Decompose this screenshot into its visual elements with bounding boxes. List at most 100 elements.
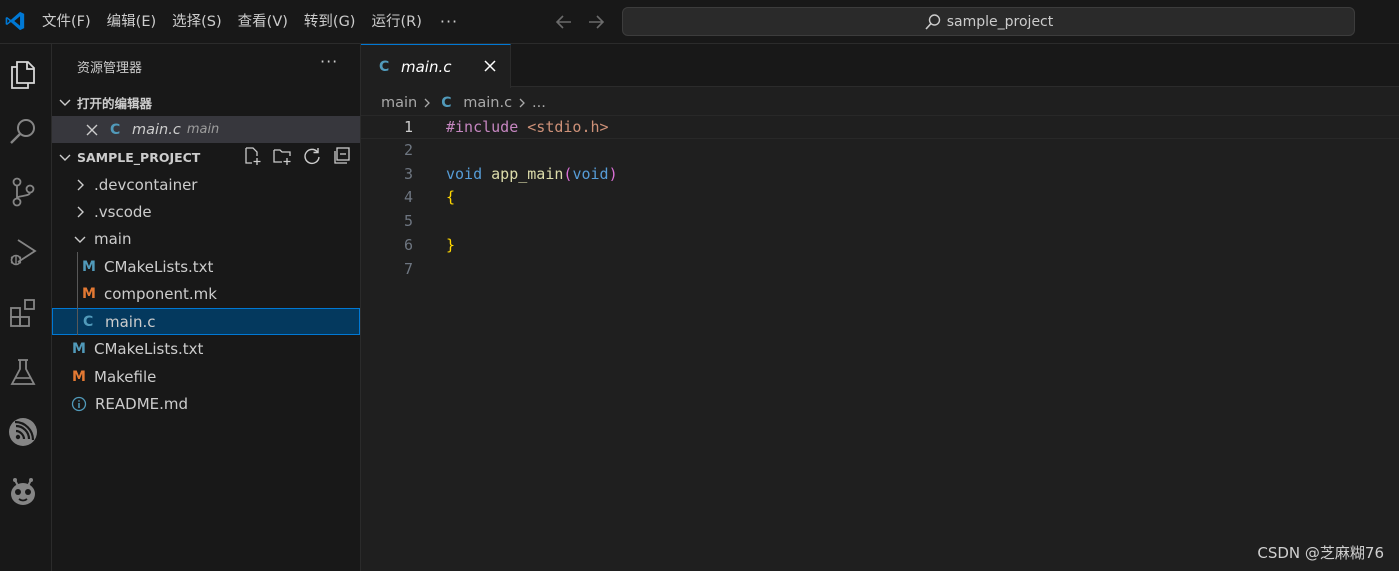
vscode-logo-icon bbox=[5, 11, 25, 31]
tab-bar: C main.c bbox=[361, 44, 1399, 88]
menu-bar: 文件(F) 编辑(E) 选择(S) 查看(V) 转到(G) 运行(R) ··· bbox=[34, 0, 468, 44]
new-folder-icon[interactable] bbox=[272, 146, 292, 166]
refresh-icon[interactable] bbox=[302, 146, 322, 166]
chevron-right-icon bbox=[424, 98, 431, 108]
tree-item-label: .vscode bbox=[94, 202, 152, 221]
explorer-actions bbox=[242, 146, 352, 166]
open-editors-section[interactable]: 打开的编辑器 bbox=[52, 89, 360, 115]
breadcrumb: main C main.c ... bbox=[381, 93, 546, 113]
menu-view[interactable]: 查看(V) bbox=[230, 9, 296, 35]
brace-close: } bbox=[446, 235, 456, 254]
tree-item-main-cmakelists[interactable]: M CMakeLists.txt bbox=[52, 253, 360, 280]
code-editor[interactable]: 1 #include <stdio.h> 2 3 void app_main(v… bbox=[361, 115, 1399, 282]
new-file-icon[interactable] bbox=[242, 146, 262, 166]
source-control-icon[interactable] bbox=[5, 174, 41, 210]
makefile-icon: M bbox=[82, 285, 96, 302]
include-directive: #include bbox=[446, 118, 519, 136]
run-debug-icon[interactable] bbox=[5, 234, 41, 270]
close-icon[interactable] bbox=[84, 122, 100, 138]
code-line[interactable]: 7 bbox=[361, 258, 1399, 282]
close-icon[interactable] bbox=[482, 58, 498, 74]
open-editor-folder: main bbox=[186, 122, 220, 137]
menu-more-button[interactable]: ··· bbox=[430, 9, 468, 35]
tree-indent-guide bbox=[77, 252, 78, 335]
tree-item-label: CMakeLists.txt bbox=[94, 339, 204, 358]
paren-close: ) bbox=[608, 164, 618, 183]
line-number: 4 bbox=[403, 188, 413, 207]
tree-item-label: CMakeLists.txt bbox=[104, 257, 214, 276]
tree-item-label: main.c bbox=[105, 312, 156, 331]
watermark: CSDN @芝麻糊76 bbox=[1257, 544, 1384, 562]
tree-item-label: component.mk bbox=[104, 284, 217, 303]
code-line[interactable]: 2 bbox=[361, 139, 1399, 163]
espressif-idf-icon[interactable] bbox=[5, 414, 41, 450]
breadcrumb-ellipsis[interactable]: ... bbox=[532, 95, 546, 111]
testing-flask-icon[interactable] bbox=[5, 354, 41, 390]
explorer-sidebar: 资源管理器 ··· 打开的编辑器 C main.c main SAMPLE_PR… bbox=[52, 44, 361, 571]
tree-item-makefile[interactable]: M Makefile bbox=[52, 363, 360, 390]
function-name: app_main bbox=[491, 164, 564, 183]
search-icon bbox=[925, 13, 940, 30]
c-file-icon: C bbox=[83, 313, 94, 330]
chevron-right-icon bbox=[519, 98, 525, 108]
tree-item-vscode[interactable]: .vscode bbox=[52, 198, 360, 225]
c-file-icon: C bbox=[110, 121, 121, 138]
c-file-icon: C bbox=[379, 58, 390, 75]
line-number: 3 bbox=[403, 164, 413, 183]
chevron-down-icon bbox=[59, 154, 71, 161]
tree-item-label: README.md bbox=[95, 394, 189, 413]
explorer-icon[interactable] bbox=[5, 56, 41, 92]
tree-item-label: .devcontainer bbox=[94, 175, 198, 194]
code-line[interactable]: 4 { bbox=[361, 186, 1399, 210]
line-number: 6 bbox=[403, 235, 413, 254]
chevron-down-icon bbox=[74, 236, 86, 243]
command-center-search[interactable]: sample_project bbox=[622, 7, 1355, 36]
menu-run[interactable]: 运行(R) bbox=[363, 9, 429, 35]
activity-bar bbox=[0, 44, 52, 571]
keyword-void: void bbox=[446, 164, 483, 183]
line-number: 5 bbox=[403, 212, 413, 231]
sidebar-more-button[interactable]: ··· bbox=[320, 52, 338, 71]
sidebar-title: 资源管理器 bbox=[77, 61, 143, 76]
back-arrow-icon[interactable] bbox=[553, 11, 575, 33]
line-number: 7 bbox=[403, 259, 413, 278]
tree-item-main-folder[interactable]: main bbox=[52, 225, 360, 252]
include-file: <stdio.h> bbox=[527, 118, 609, 136]
forward-arrow-icon[interactable] bbox=[585, 11, 607, 33]
code-line[interactable]: 3 void app_main(void) bbox=[361, 163, 1399, 187]
menu-file[interactable]: 文件(F) bbox=[34, 9, 99, 35]
code-line[interactable]: 5 bbox=[361, 210, 1399, 234]
search-view-icon[interactable] bbox=[5, 114, 41, 150]
breadcrumb-folder[interactable]: main bbox=[381, 95, 417, 111]
tree-item-devcontainer[interactable]: .devcontainer bbox=[52, 171, 360, 198]
menu-edit[interactable]: 编辑(E) bbox=[99, 9, 164, 35]
chevron-down-icon bbox=[59, 99, 71, 106]
tree-item-component-mk[interactable]: M component.mk bbox=[52, 280, 360, 307]
chevron-right-icon bbox=[77, 179, 84, 190]
platformio-alien-icon[interactable] bbox=[5, 474, 41, 510]
info-icon bbox=[71, 396, 87, 411]
keyword-void: void bbox=[572, 164, 609, 183]
tree-item-label: Makefile bbox=[94, 367, 157, 386]
code-line[interactable]: 1 #include <stdio.h> bbox=[361, 115, 1399, 139]
tree-item-root-cmakelists[interactable]: M CMakeLists.txt bbox=[52, 335, 360, 362]
project-label: SAMPLE_PROJECT bbox=[77, 149, 201, 165]
menu-go[interactable]: 转到(G) bbox=[296, 9, 364, 35]
collapse-all-icon[interactable] bbox=[332, 146, 352, 166]
editor-area: C main.c main C main.c ... 1 #include <s… bbox=[361, 44, 1399, 571]
search-text: sample_project bbox=[946, 13, 1054, 30]
title-bar: 文件(F) 编辑(E) 选择(S) 查看(V) 转到(G) 运行(R) ··· … bbox=[0, 0, 1399, 44]
tree-item-readme[interactable]: README.md bbox=[52, 390, 360, 417]
extensions-icon[interactable] bbox=[5, 294, 41, 330]
tree-item-main-c[interactable]: C main.c bbox=[52, 308, 360, 335]
brace-open: { bbox=[446, 188, 456, 207]
breadcrumb-file[interactable]: main.c bbox=[463, 95, 512, 111]
tab-main-c[interactable]: C main.c bbox=[361, 44, 511, 88]
tree-item-label: main bbox=[94, 229, 132, 248]
menu-selection[interactable]: 选择(S) bbox=[164, 9, 230, 35]
code-line[interactable]: 6 } bbox=[361, 234, 1399, 258]
c-file-icon: C bbox=[441, 95, 452, 111]
open-editor-item[interactable]: C main.c main bbox=[52, 116, 360, 143]
open-editors-label: 打开的编辑器 bbox=[77, 95, 153, 111]
tab-label: main.c bbox=[401, 57, 452, 76]
